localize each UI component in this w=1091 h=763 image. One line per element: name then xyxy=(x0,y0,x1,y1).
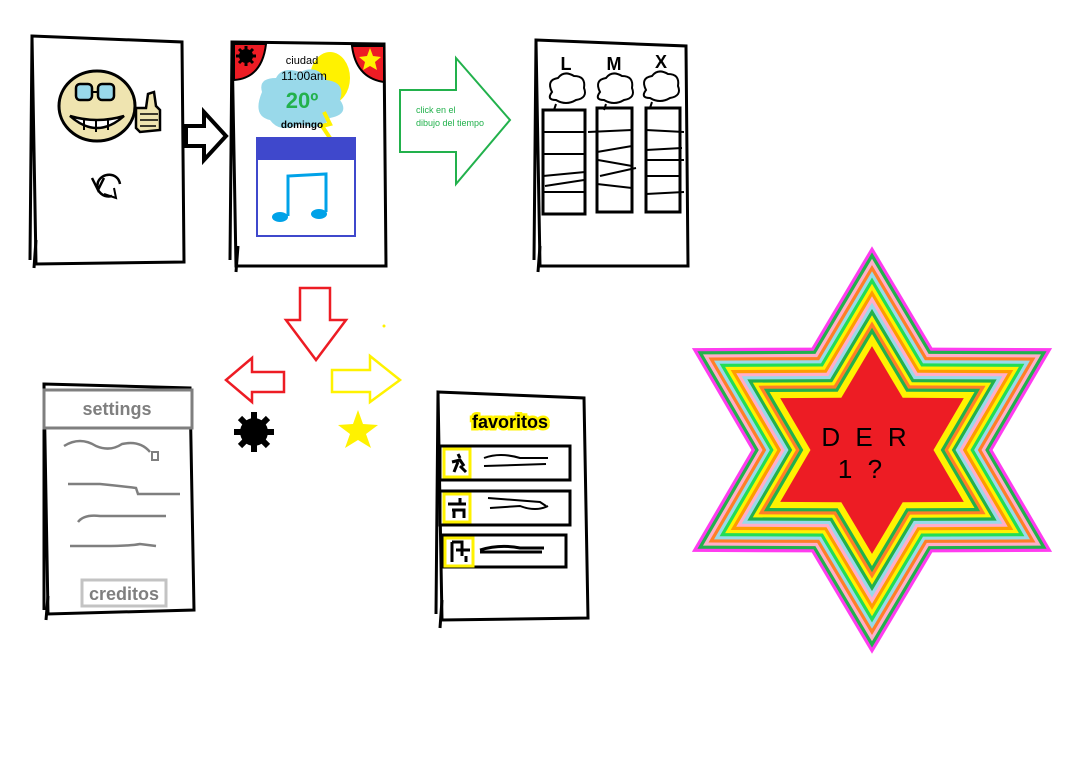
cloud-icon xyxy=(642,70,680,102)
star-icon xyxy=(338,410,378,448)
splash-screen xyxy=(28,34,186,269)
settings-screen: settings creditos xyxy=(42,382,196,621)
rainbow-star-badge: D E R 1 ? xyxy=(691,246,1053,654)
favorites-screen: favoritos xyxy=(434,390,590,629)
favorites-title: favoritos xyxy=(472,412,548,432)
settings-arrow xyxy=(224,355,286,405)
city-label: ciudad xyxy=(286,55,318,67)
music-player[interactable] xyxy=(256,137,356,237)
favorites-arrow xyxy=(330,353,403,405)
smiley-face-icon xyxy=(57,69,137,143)
gear-icon xyxy=(234,412,274,452)
cloud-icon xyxy=(548,72,586,104)
favorite-item[interactable] xyxy=(440,533,568,569)
cloud-icon xyxy=(596,72,634,104)
forecast-day-x: X xyxy=(655,52,667,72)
next-arrow xyxy=(184,106,229,166)
arrow-note-line1: click en el xyxy=(416,105,456,115)
credits-label: creditos xyxy=(89,584,159,604)
forecast-day-l: L xyxy=(561,54,572,74)
settings-title: settings xyxy=(82,399,151,419)
forecast-day-m: M xyxy=(607,54,622,74)
time-label: 11:00am xyxy=(281,69,327,83)
forecast-arrow: click en el dibujo del tiempo xyxy=(399,55,512,187)
day-label: domingo xyxy=(281,120,323,131)
forecast-screen: L M X xyxy=(532,38,690,273)
star-text-line2: 1 ? xyxy=(838,454,886,484)
arrow-note-line2: dibujo del tiempo xyxy=(416,118,484,128)
main-screen: ciudad 11:00am 20º domingo xyxy=(228,40,388,273)
temperature-label: 20º xyxy=(286,88,319,113)
star-text-line1: D E R xyxy=(821,422,910,452)
storyboard-canvas: ciudad 11:00am 20º domingo click en el d… xyxy=(28,34,1053,654)
favorite-item[interactable] xyxy=(438,489,572,527)
credits-button[interactable]: creditos xyxy=(80,578,168,608)
down-arrow xyxy=(283,286,349,363)
favorite-item[interactable] xyxy=(438,444,572,482)
